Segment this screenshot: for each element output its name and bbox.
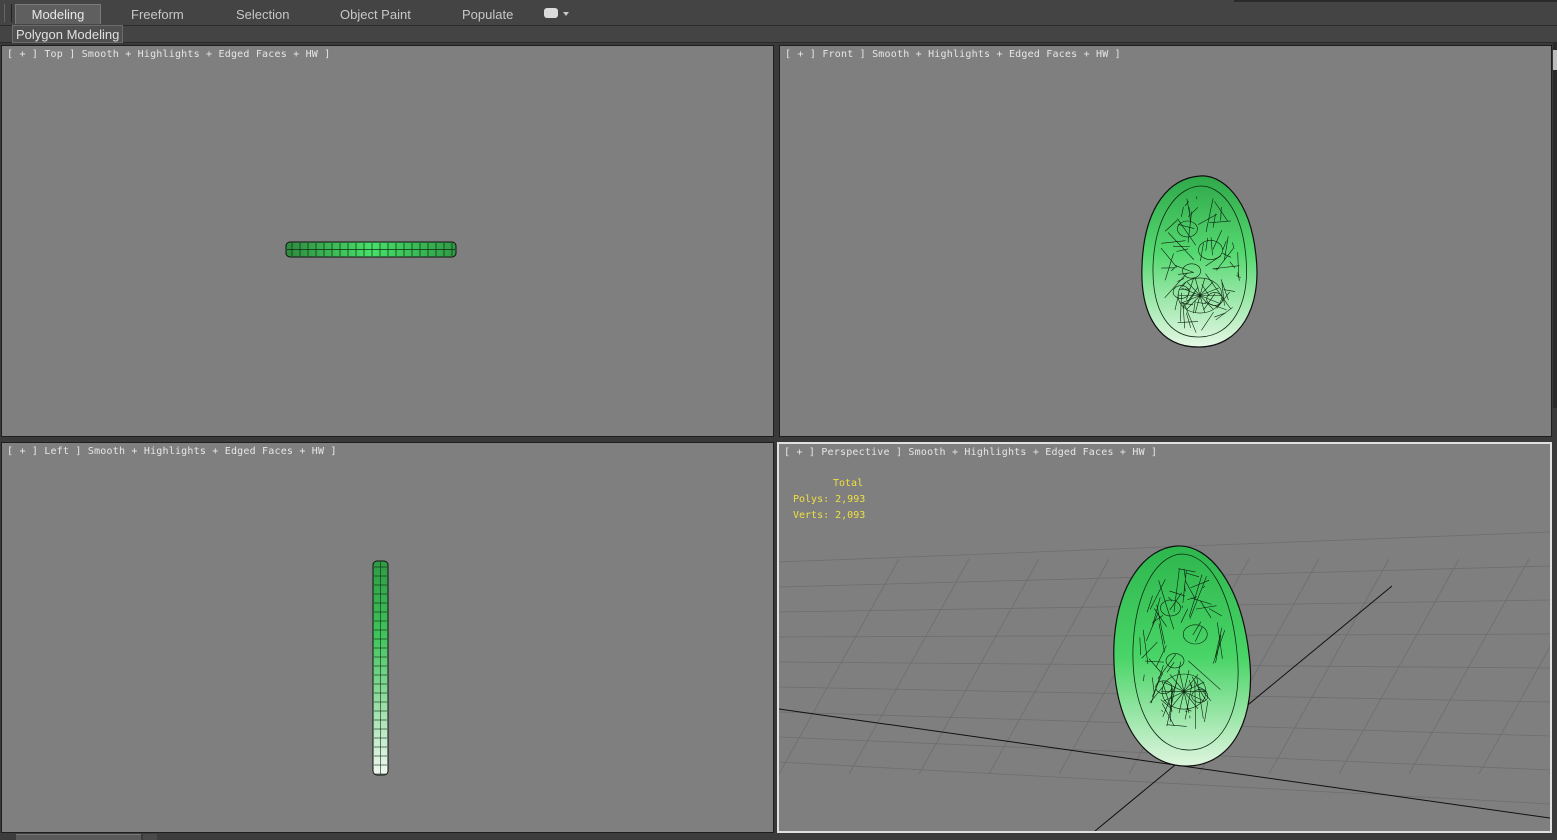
- tab-freeform[interactable]: Freeform: [131, 5, 184, 24]
- viewport-left[interactable]: [ + ] Left ] Smooth + Highlights + Edged…: [1, 442, 774, 833]
- menu-toggle-icon[interactable]: [544, 8, 558, 18]
- left-view-mesh: [372, 560, 389, 776]
- time-slider-next[interactable]: [143, 834, 157, 840]
- tab-selection[interactable]: Selection: [236, 5, 289, 24]
- tab-populate[interactable]: Populate: [462, 5, 513, 24]
- title-divider: [1234, 0, 1557, 2]
- viewport-perspective[interactable]: [ + ] Perspective ] Smooth + Highlights …: [777, 442, 1552, 833]
- tab-object-paint[interactable]: Object Paint: [340, 5, 411, 24]
- viewport-front[interactable]: [ + ] Front ] Smooth + Highlights + Edge…: [779, 45, 1552, 437]
- top-view-mesh: [285, 241, 457, 258]
- scrollbar-thumb[interactable]: [1553, 50, 1557, 70]
- polygon-modeling-button[interactable]: Polygon Modeling: [12, 25, 124, 43]
- ribbon-tabs: Modeling Freeform Selection Object Paint…: [0, 0, 1557, 26]
- ribbon-panel-bar: Polygon Modeling: [0, 25, 1557, 43]
- status-bar: [0, 833, 1557, 840]
- chevron-down-icon[interactable]: [563, 12, 569, 16]
- ribbon-grip[interactable]: [4, 4, 12, 22]
- perspective-scene: [779, 531, 1550, 831]
- front-view-mesh: [1141, 175, 1258, 348]
- tab-modeling[interactable]: Modeling: [15, 4, 101, 24]
- time-slider[interactable]: [16, 834, 141, 840]
- viewport-top[interactable]: [ + ] Top ] Smooth + Highlights + Edged …: [1, 45, 774, 437]
- viewport-scrollbar[interactable]: [1553, 43, 1557, 408]
